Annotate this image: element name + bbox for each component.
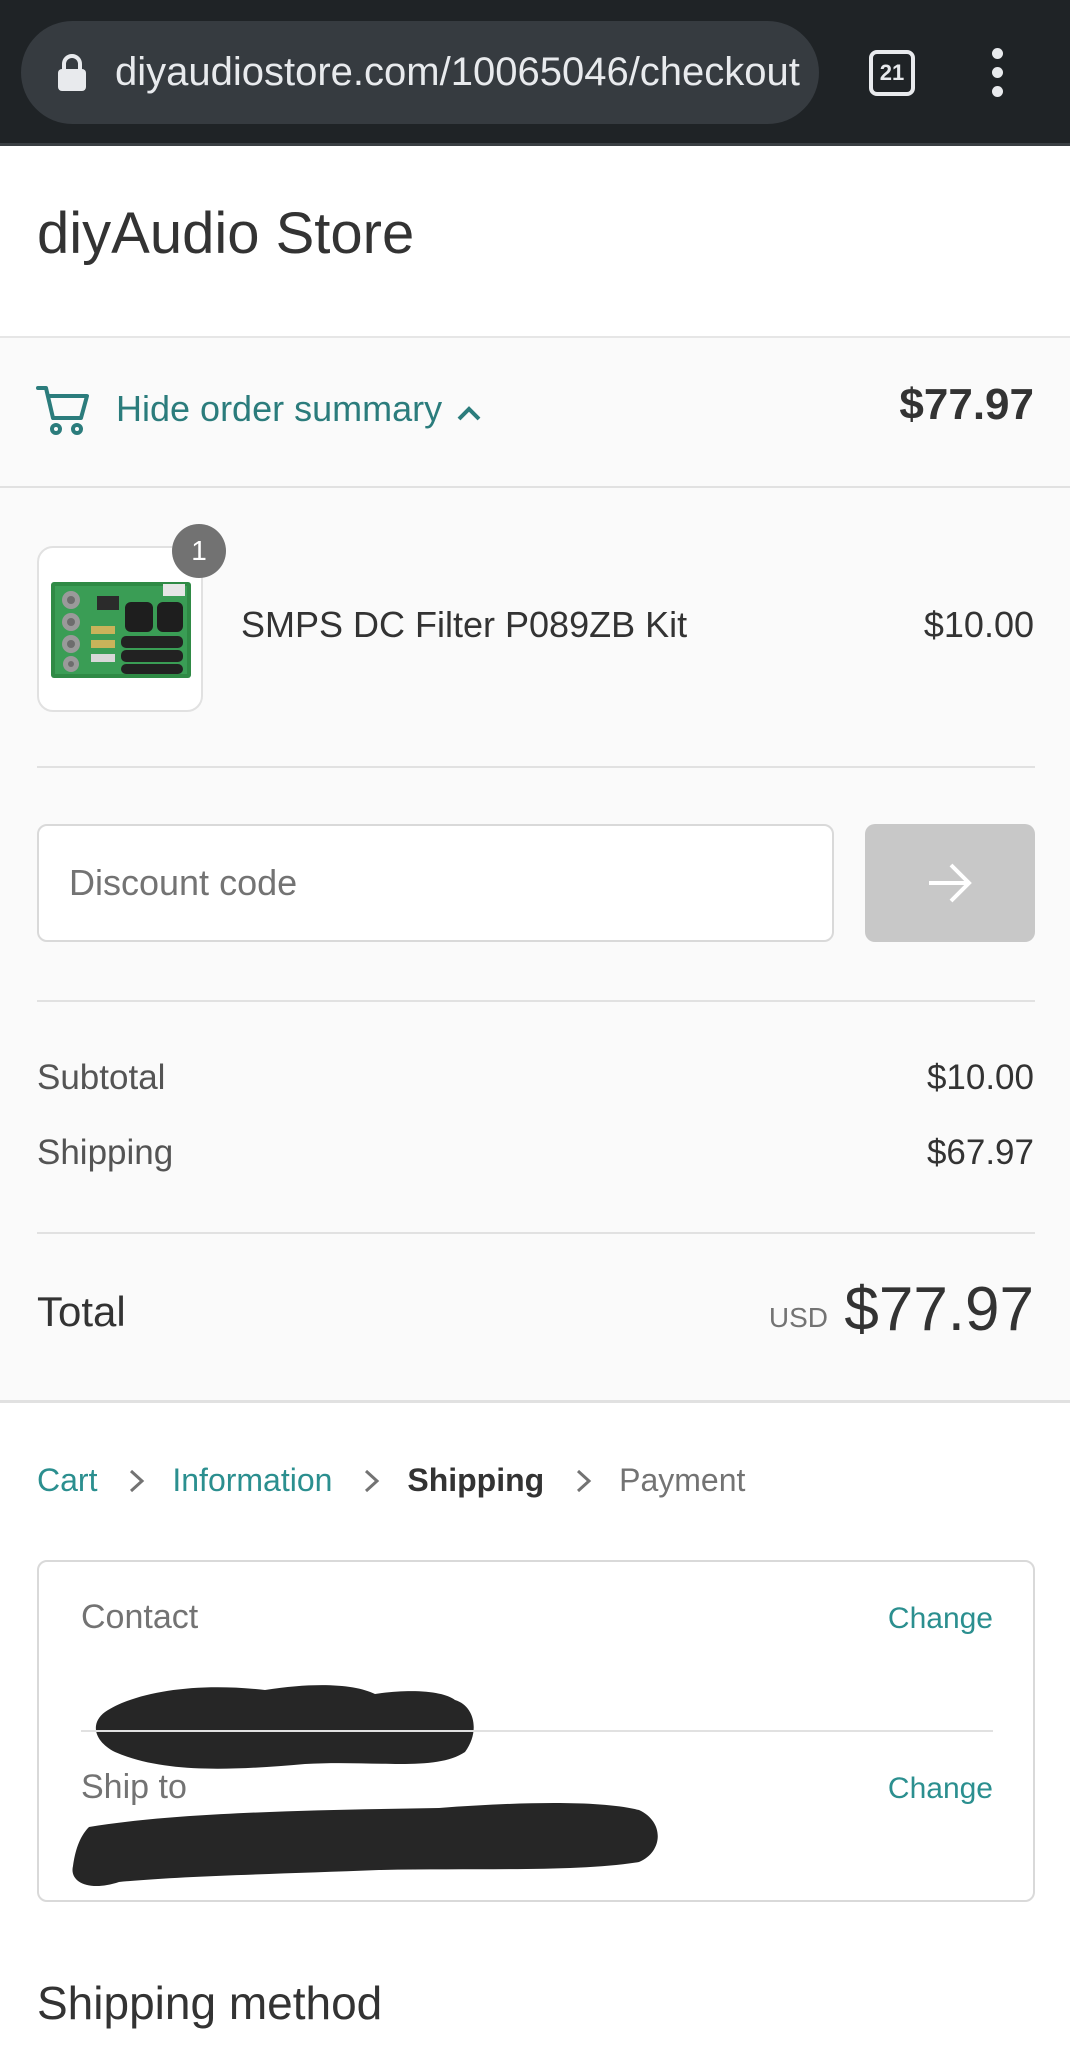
breadcrumb-information[interactable]: Information — [172, 1462, 332, 1499]
product-image — [51, 582, 191, 678]
lock-icon — [58, 54, 86, 91]
total-label: Total — [37, 1288, 126, 1335]
product-price: $10.00 — [923, 604, 1034, 645]
order-summary: 1 SMPS DC Filter P089ZB Kit $10.00 Subto… — [0, 488, 1070, 1403]
shipping-method-title: Shipping method — [37, 1977, 383, 2029]
browser-toolbar: diyaudiostore.com/10065046/checkout 21 — [0, 0, 1070, 146]
chevron-right-icon — [576, 1469, 591, 1492]
breadcrumb-shipping: Shipping — [407, 1462, 545, 1498]
total-currency: USD — [768, 1302, 828, 1333]
product-thumbnail — [37, 546, 203, 712]
divider — [81, 1730, 993, 1732]
shipping-label: Shipping — [37, 1133, 174, 1172]
subtotal-label: Subtotal — [37, 1058, 166, 1097]
contact-label: Contact — [81, 1598, 199, 1636]
redacted-contact — [95, 1685, 474, 1769]
divider — [37, 1000, 1035, 1002]
ship-to-row: Ship to Change — [72, 1768, 993, 1888]
cart-icon — [36, 386, 89, 435]
order-summary-toggle-label[interactable]: Hide order summary — [116, 388, 442, 430]
shipping-value: $67.97 — [926, 1133, 1034, 1172]
product-name: SMPS DC Filter P089ZB Kit — [241, 604, 688, 645]
redacted-address — [72, 1803, 658, 1887]
contact-row: Contact Change — [81, 1598, 993, 1769]
chevron-right-icon — [364, 1469, 380, 1492]
chevron-up-icon — [457, 406, 481, 421]
total-value: $77.97 — [844, 1275, 1034, 1344]
change-contact-link[interactable]: Change — [888, 1602, 993, 1636]
review-block: Contact Change Ship to Change — [37, 1560, 1035, 1902]
arrow-right-icon — [929, 863, 972, 903]
quantity-badge: 1 — [172, 524, 226, 578]
change-ship-to-link[interactable]: Change — [888, 1772, 993, 1806]
url-bar[interactable]: diyaudiostore.com/10065046/checkout — [21, 21, 819, 124]
tab-switcher-icon[interactable]: 21 — [869, 50, 915, 96]
divider — [37, 1232, 1035, 1234]
order-summary-toggle[interactable]: Hide order summary $77.97 — [0, 338, 1070, 488]
apply-discount-button[interactable] — [865, 824, 1035, 942]
discount-code-input[interactable] — [37, 824, 834, 942]
chevron-right-icon — [129, 1469, 145, 1492]
breadcrumb: Cart Information Shipping Payment — [37, 1462, 745, 1502]
breadcrumb-cart[interactable]: Cart — [37, 1462, 97, 1499]
order-summary-total: $77.97 — [899, 380, 1034, 429]
url-text[interactable]: diyaudiostore.com/10065046/checkout — [115, 21, 805, 124]
store-title[interactable]: diyAudio Store — [37, 200, 414, 267]
divider — [37, 766, 1035, 768]
more-vert-icon[interactable] — [985, 48, 1009, 98]
subtotal-value: $10.00 — [926, 1058, 1034, 1097]
breadcrumb-payment: Payment — [619, 1462, 746, 1498]
